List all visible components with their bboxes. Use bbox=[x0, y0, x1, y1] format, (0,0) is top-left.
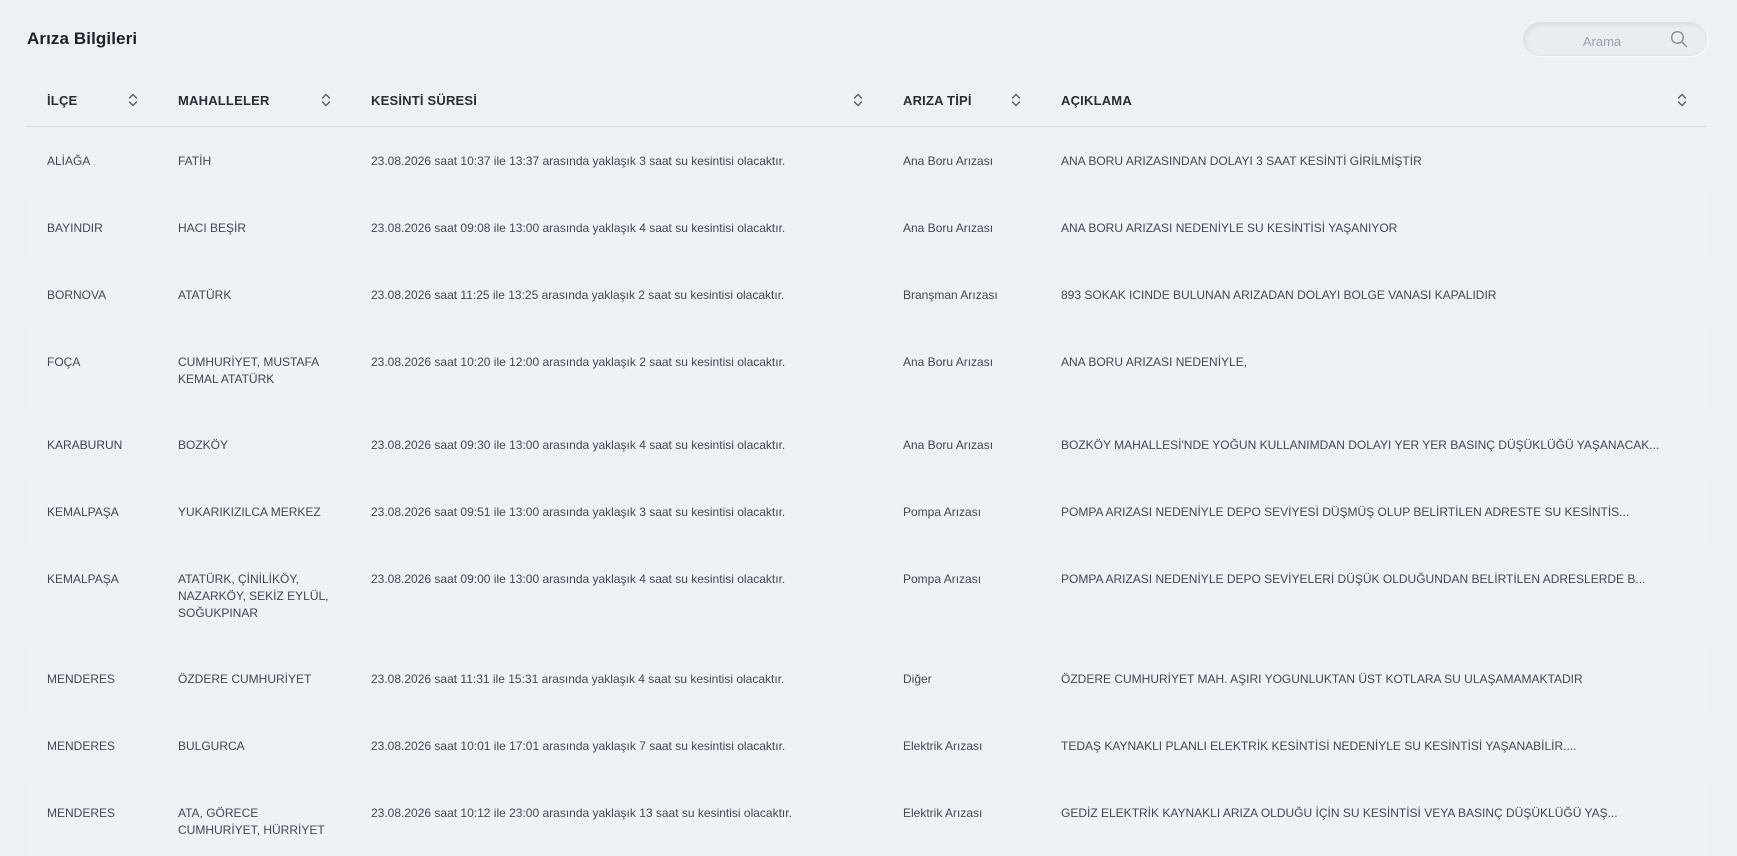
cell-mahalleler: HACI BEŞİR bbox=[178, 220, 247, 235]
cell-ilce: FOÇA bbox=[47, 354, 81, 369]
cell-ilce: KEMALPAŞA bbox=[47, 571, 119, 586]
sort-icon[interactable] bbox=[1011, 92, 1021, 108]
cell-tip: Ana Boru Arızası bbox=[903, 437, 994, 452]
cell-kesinti: 23.08.2026 saat 11:25 ile 13:25 arasında… bbox=[371, 287, 785, 302]
column-header-label: AÇIKLAMA bbox=[1061, 92, 1132, 108]
cell-tip: Elektrik Arızası bbox=[903, 738, 983, 753]
cell-tip: Ana Boru Arızası bbox=[903, 354, 994, 369]
cell-tip: Pompa Arızası bbox=[903, 504, 982, 519]
column-header-inner: İLÇE bbox=[47, 92, 158, 108]
column-header-inner: AÇIKLAMA bbox=[1061, 92, 1707, 108]
column-header-mahalleler[interactable]: MAHALLELER bbox=[158, 74, 351, 127]
cell-tip: Elektrik Arızası bbox=[903, 805, 983, 820]
cell-ilce: MENDERES bbox=[47, 738, 116, 753]
cell-kesinti: 23.08.2026 saat 09:30 ile 13:00 arasında… bbox=[371, 437, 786, 452]
table-row[interactable]: ALİAĞA FATİH 23.08.2026 saat 10:37 ile 13:… bbox=[27, 126, 1707, 194]
cell-tip: Branşman Arızası bbox=[903, 287, 998, 302]
sort-icon[interactable] bbox=[321, 92, 331, 108]
cell-tip: Diğer bbox=[903, 671, 932, 686]
table-row[interactable]: KEMALPAŞA ATATÜRK, ÇİNİLİKÖY, NAZARKÖY, S… bbox=[27, 544, 1707, 645]
column-header-ilce[interactable]: İLÇE bbox=[27, 74, 158, 127]
sort-icon[interactable] bbox=[128, 92, 138, 108]
search-input[interactable] bbox=[1540, 30, 1664, 52]
table-row[interactable]: BORNOVA ATATÜRK 23.08.2026 saat 11:25 ile … bbox=[27, 260, 1707, 328]
cell-aciklama: GEDİZ ELEKTRİK KAYNAKLI ARIZA OLDUĞU İÇİ… bbox=[1061, 805, 1618, 820]
column-header-inner: MAHALLELER bbox=[178, 92, 351, 108]
cell-tip: Ana Boru Arızası bbox=[903, 220, 994, 235]
cell-mahalleler: CUMHURİYET, MUSTAFA KEMAL ATATÜRK bbox=[178, 354, 319, 386]
column-header-tip[interactable]: ARIZA TİPİ bbox=[883, 74, 1041, 127]
table-row[interactable]: MENDERES BULGURCA 23.08.2026 saat 10:01 il… bbox=[27, 711, 1707, 779]
table-row[interactable]: KEMALPAŞA YUKARIKIZILCA MERKEZ 23.08.2026 … bbox=[27, 477, 1707, 545]
column-header-label: ARIZA TİPİ bbox=[903, 92, 972, 108]
column-header-kesinti[interactable]: KESİNTİ SÜRESİ bbox=[351, 74, 883, 127]
cell-mahalleler: ÖZDERE CUMHURİYET bbox=[178, 671, 312, 686]
column-header-aciklama[interactable]: AÇIKLAMA bbox=[1041, 74, 1707, 127]
search-icon[interactable] bbox=[1670, 30, 1688, 48]
cell-mahalleler: ATATÜRK bbox=[178, 287, 232, 302]
table-row[interactable]: MENDERES ÖZDERE CUMHURİYET 23.08.2026 saat… bbox=[27, 644, 1707, 712]
cell-ilce: MENDERES bbox=[47, 805, 116, 820]
cell-kesinti: 23.08.2026 saat 09:00 ile 13:00 arasında… bbox=[371, 571, 786, 586]
cell-kesinti: 23.08.2026 saat 10:01 ile 17:01 arasında… bbox=[371, 738, 786, 753]
cell-aciklama: POMPA ARIZASI NEDENİYLE DEPO SEVİYELERİ … bbox=[1061, 571, 1646, 586]
cell-ilce: KEMALPAŞA bbox=[47, 504, 119, 519]
cell-aciklama: BOZKÖY MAHALLESİ'NDE YOĞUN KULLANIMDAN D… bbox=[1061, 437, 1660, 452]
column-header-label: İLÇE bbox=[47, 92, 78, 108]
cell-ilce: BORNOVA bbox=[47, 287, 107, 302]
page-title: Arıza Bilgileri bbox=[27, 29, 138, 48]
cell-aciklama: ÖZDERE CUMHURİYET MAH. AŞIRI YOGUNLUKTAN… bbox=[1061, 671, 1583, 686]
fault-info-panel: Arıza Bilgileri İLÇE MAHALLELER KESİNTİ SÜ… bbox=[0, 0, 1737, 856]
sort-icon[interactable] bbox=[853, 92, 863, 108]
cell-mahalleler: BOZKÖY bbox=[178, 437, 229, 452]
cell-ilce: MENDERES bbox=[47, 671, 116, 686]
table-body: ALİAĞA FATİH 23.08.2026 saat 10:37 ile 13:… bbox=[27, 126, 1707, 856]
column-header-label: KESİNTİ SÜRESİ bbox=[371, 92, 478, 108]
cell-kesinti: 23.08.2026 saat 09:08 ile 13:00 arasında… bbox=[371, 220, 786, 235]
cell-aciklama: ANA BORU ARIZASI NEDENİYLE SU KESİNTİSİ … bbox=[1061, 220, 1398, 235]
search-box[interactable] bbox=[1523, 22, 1707, 56]
table-row[interactable]: FOÇA CUMHURİYET, MUSTAFA KEMAL ATATÜRK 23.… bbox=[27, 327, 1707, 411]
table-row[interactable]: MENDERES ATA, GÖRECE CUMHURİYET, HÜRRİYET… bbox=[27, 778, 1707, 856]
cell-kesinti: 23.08.2026 saat 11:31 ile 15:31 arasında… bbox=[371, 671, 785, 686]
cell-ilce: KARABURUN bbox=[47, 437, 123, 452]
cell-kesinti: 23.08.2026 saat 10:20 ile 12:00 arasında… bbox=[371, 354, 786, 369]
cell-aciklama: 893 SOKAK ICINDE BULUNAN ARIZADAN DOLAYI… bbox=[1061, 287, 1497, 302]
cell-kesinti: 23.08.2026 saat 10:12 ile 23:00 arasında… bbox=[371, 805, 792, 820]
cell-mahalleler: ATA, GÖRECE CUMHURİYET, HÜRRİYET bbox=[178, 805, 325, 837]
cell-aciklama: ANA BORU ARIZASINDAN DOLAYI 3 SAAT KESİN… bbox=[1061, 154, 1422, 168]
cell-kesinti: 23.08.2026 saat 09:51 ile 13:00 arasında… bbox=[371, 504, 786, 519]
table-row[interactable]: BAYINDIR HACI BEŞİR 23.08.2026 saat 09:08 … bbox=[27, 193, 1707, 261]
cell-mahalleler: ATATÜRK, ÇİNİLİKÖY, NAZARKÖY, SEKİZ EYLÜ… bbox=[178, 571, 329, 620]
cell-aciklama: POMPA ARIZASI NEDENİYLE DEPO SEVİYESİ DÜ… bbox=[1061, 504, 1630, 519]
column-header-inner: KESİNTİ SÜRESİ bbox=[371, 92, 883, 108]
cell-ilce: ALİAĞA bbox=[47, 154, 91, 168]
panel-header: Arıza Bilgileri bbox=[27, 0, 1707, 74]
cell-tip: Ana Boru Arızası bbox=[903, 154, 994, 168]
sort-icon[interactable] bbox=[1677, 92, 1687, 108]
cell-aciklama: ANA BORU ARIZASI NEDENİYLE, bbox=[1061, 354, 1248, 369]
fault-table: İLÇE MAHALLELER KESİNTİ SÜRESİ ARIZA TİPİ AÇ… bbox=[27, 74, 1707, 856]
table-row[interactable]: KARABURUN BOZKÖY 23.08.2026 saat 09:30 ile… bbox=[27, 410, 1707, 478]
cell-mahalleler: FATİH bbox=[178, 154, 212, 168]
cell-kesinti: 23.08.2026 saat 10:37 ile 13:37 arasında… bbox=[371, 154, 786, 168]
cell-aciklama: TEDAŞ KAYNAKLI PLANLI ELEKTRİK KESİNTİSİ… bbox=[1061, 738, 1577, 753]
cell-mahalleler: YUKARIKIZILCA MERKEZ bbox=[178, 504, 321, 519]
column-header-inner: ARIZA TİPİ bbox=[903, 92, 1041, 108]
column-header-label: MAHALLELER bbox=[178, 92, 270, 108]
cell-mahalleler: BULGURCA bbox=[178, 738, 245, 753]
cell-tip: Pompa Arızası bbox=[903, 571, 982, 586]
cell-ilce: BAYINDIR bbox=[47, 220, 103, 235]
table-header-row: İLÇE MAHALLELER KESİNTİ SÜRESİ ARIZA TİPİ AÇ… bbox=[27, 74, 1707, 127]
